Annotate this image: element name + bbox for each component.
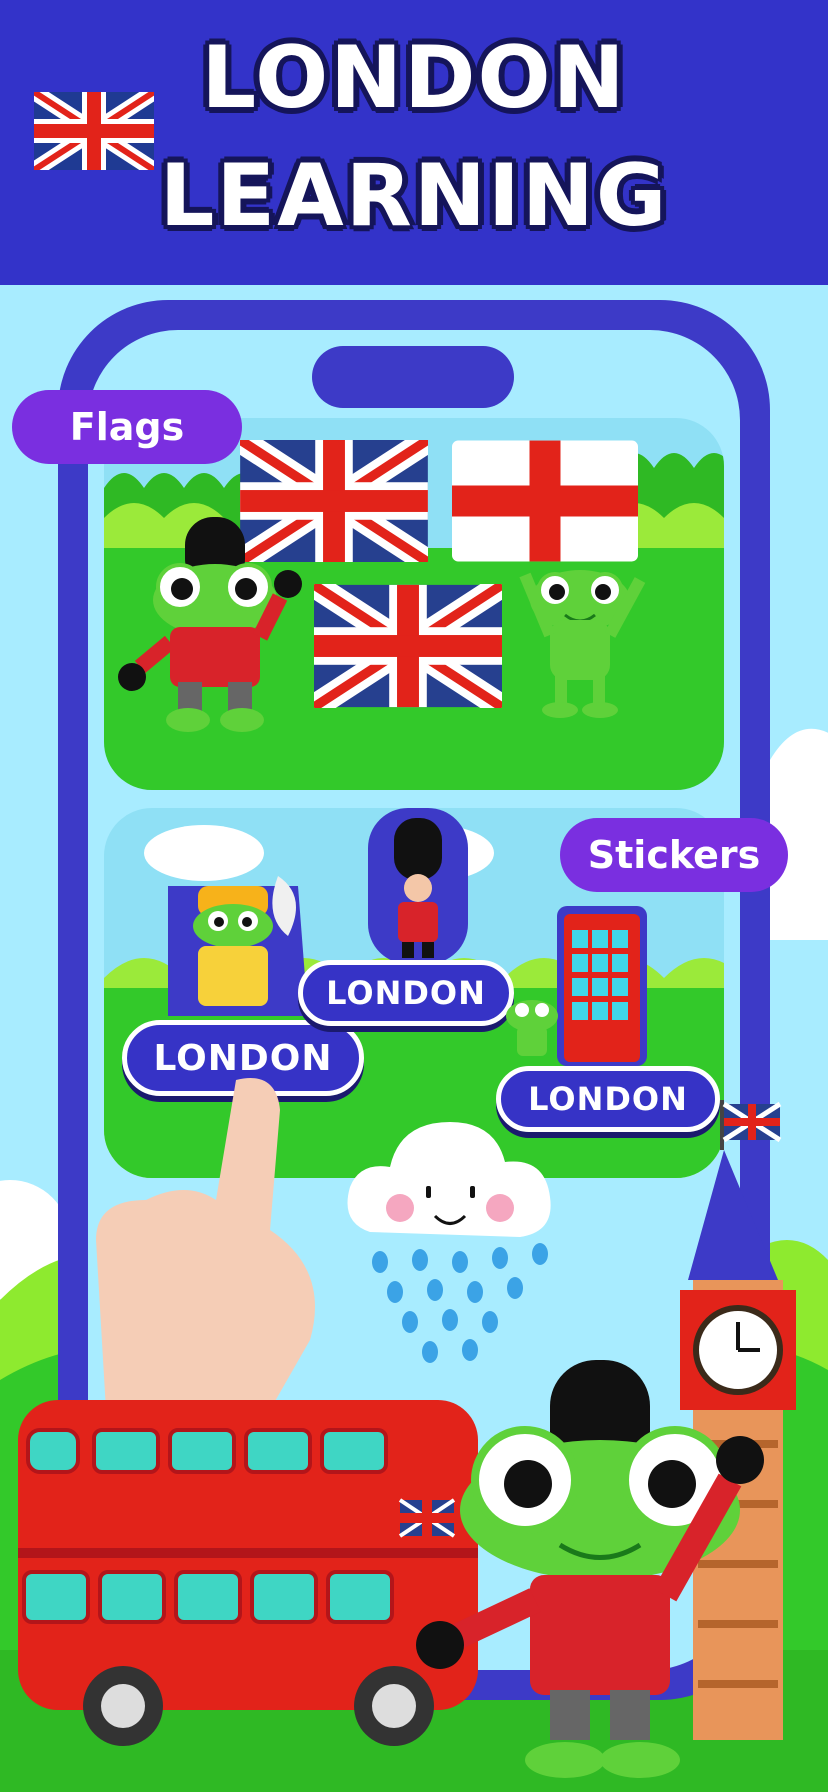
raincoat-frog-sticker[interactable] <box>158 866 318 1026</box>
pointing-hand-icon <box>96 1078 315 1410</box>
app-title-line2: LEARNING <box>159 146 669 246</box>
guard-sticker[interactable] <box>366 806 470 966</box>
rain-cloud-character <box>347 1122 551 1363</box>
stickers-category-label[interactable]: Stickers <box>560 818 788 892</box>
phone-notch <box>312 346 514 408</box>
app-title-line1: LONDON <box>201 28 627 128</box>
flags-category-label[interactable]: Flags <box>12 390 242 464</box>
phone-booth-sticker[interactable] <box>492 906 652 1076</box>
england-flag-card[interactable] <box>452 440 638 562</box>
uk-flag-card-2[interactable] <box>314 584 502 708</box>
header-banner: LONDON LEARNING <box>0 0 828 285</box>
sticker-label-2[interactable]: LONDON <box>298 960 514 1026</box>
guard-frog-mascot <box>416 1360 764 1778</box>
guard-frog-character <box>118 517 302 732</box>
frog-character <box>519 570 646 718</box>
